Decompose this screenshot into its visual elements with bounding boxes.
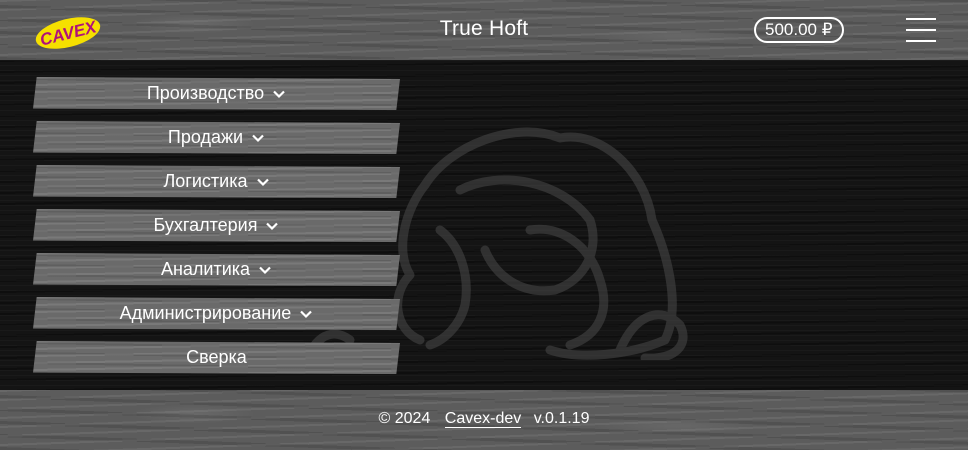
chevron-down-icon: [256, 178, 269, 186]
menu-item-label: Бухгалтерия: [153, 215, 258, 235]
app-footer: © 2024 Cavex-dev v.0.1.19: [0, 390, 968, 450]
main-content: Производство Продажи Логистика Бухгалтер…: [0, 60, 968, 390]
cavex-logo[interactable]: CAVEX: [34, 14, 102, 52]
menu-item-reconciliation[interactable]: Сверка: [33, 341, 400, 374]
chevron-down-icon: [300, 310, 313, 318]
menu-item-analytics[interactable]: Аналитика: [33, 253, 400, 286]
menu-item-accounting[interactable]: Бухгалтерия: [33, 209, 400, 242]
chevron-down-icon: [252, 134, 264, 142]
chevron-down-icon: [259, 266, 271, 274]
main-menu: Производство Продажи Логистика Бухгалтер…: [33, 77, 401, 385]
hamburger-icon[interactable]: [906, 18, 936, 42]
menu-item-label: Производство: [146, 83, 265, 103]
menu-item-production[interactable]: Производство: [33, 77, 400, 110]
menu-item-label: Администрирование: [119, 303, 292, 323]
developer-link[interactable]: Cavex-dev: [444, 410, 522, 428]
menu-item-label: Сверка: [186, 347, 247, 367]
app-header: CAVEX True Hoft 500.00 ₽: [0, 0, 968, 60]
menu-item-label: Продажи: [167, 127, 244, 147]
chevron-down-icon: [273, 90, 285, 98]
menu-item-label: Аналитика: [160, 259, 251, 279]
app-title: True Hoft: [439, 17, 529, 40]
menu-item-administration[interactable]: Администрирование: [33, 297, 400, 330]
copyright-text: © 2024: [378, 410, 431, 427]
footer-info: © 2024 Cavex-dev v.0.1.19: [0, 410, 968, 428]
chevron-down-icon: [266, 222, 279, 230]
menu-item-logistics[interactable]: Логистика: [33, 165, 400, 198]
version-text: v.0.1.19: [533, 410, 590, 427]
balance-badge[interactable]: 500.00 ₽: [754, 17, 844, 43]
menu-item-label: Логистика: [163, 171, 248, 191]
menu-item-sales[interactable]: Продажи: [33, 121, 400, 154]
